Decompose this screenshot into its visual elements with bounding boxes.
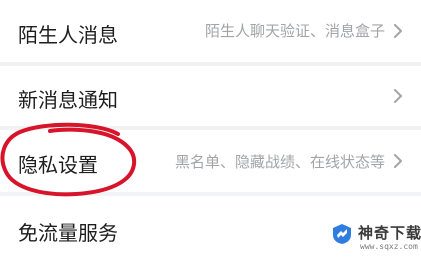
- watermark-url: www.sqxz.com: [360, 242, 418, 251]
- settings-item-title: 陌生人消息: [18, 23, 118, 47]
- settings-item-new-message-notification[interactable]: 新消息通知: [0, 66, 421, 126]
- settings-item-title: 新消息通知: [18, 88, 118, 112]
- settings-screen: 陌生人消息 陌生人聊天验证、消息盒子 新消息通知 隐私设置 黑名单、隐藏战绩、在…: [0, 0, 421, 258]
- settings-item-subtitle: 黑名单、隐藏战绩、在线状态等: [174, 153, 385, 171]
- chevron-right-icon: [393, 24, 403, 38]
- settings-item-title: 免流量服务: [18, 221, 118, 245]
- settings-item-privacy[interactable]: 隐私设置 黑名单、隐藏战绩、在线状态等: [0, 130, 421, 192]
- settings-item-stranger-messages[interactable]: 陌生人消息 陌生人聊天验证、消息盒子: [0, 0, 421, 62]
- settings-item-subtitle: 陌生人聊天验证、消息盒子: [204, 22, 385, 40]
- chevron-right-icon: [393, 89, 403, 103]
- logo-icon: [333, 224, 351, 244]
- watermark: 神奇下载 www.sqxz.com: [330, 220, 421, 258]
- chevron-right-icon: [393, 154, 403, 168]
- watermark-name: 神奇下载: [358, 224, 421, 242]
- settings-item-title: 隐私设置: [18, 153, 98, 177]
